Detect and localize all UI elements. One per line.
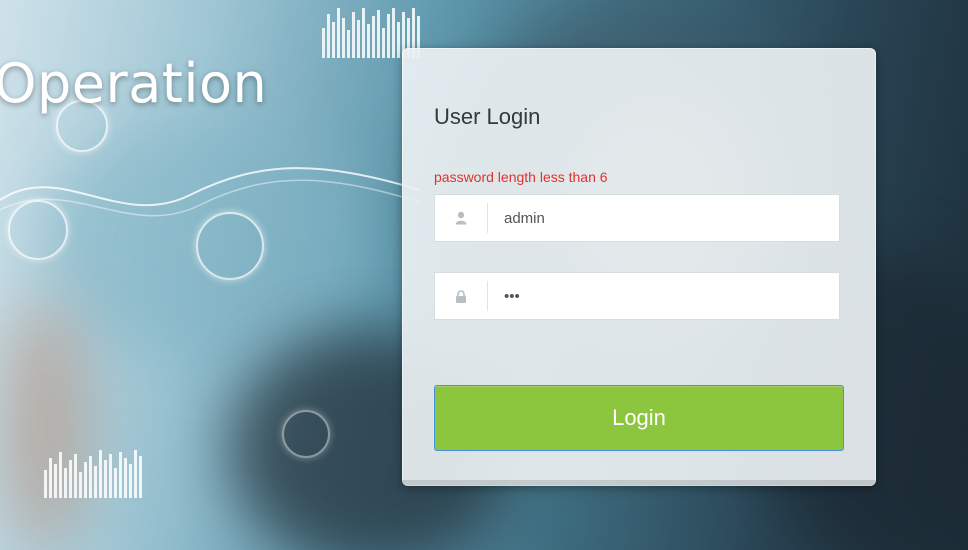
login-panel: User Login password length less than 6 L… bbox=[402, 48, 876, 486]
login-button[interactable]: Login bbox=[434, 385, 844, 451]
user-icon bbox=[435, 203, 488, 233]
decorative-ring bbox=[282, 410, 330, 458]
password-field[interactable] bbox=[434, 272, 840, 320]
username-input[interactable] bbox=[488, 197, 806, 239]
decorative-bar-graph bbox=[44, 450, 142, 498]
hero-title: Operation bbox=[0, 52, 268, 115]
username-field[interactable] bbox=[434, 194, 840, 242]
decorative-ring bbox=[8, 200, 68, 260]
login-title: User Login bbox=[434, 104, 541, 129]
decorative-ring bbox=[196, 212, 264, 280]
password-input[interactable] bbox=[488, 275, 806, 317]
lock-icon bbox=[435, 281, 488, 311]
error-message: password length less than 6 bbox=[434, 169, 608, 185]
login-page: Operation User Login password length les… bbox=[0, 0, 968, 550]
